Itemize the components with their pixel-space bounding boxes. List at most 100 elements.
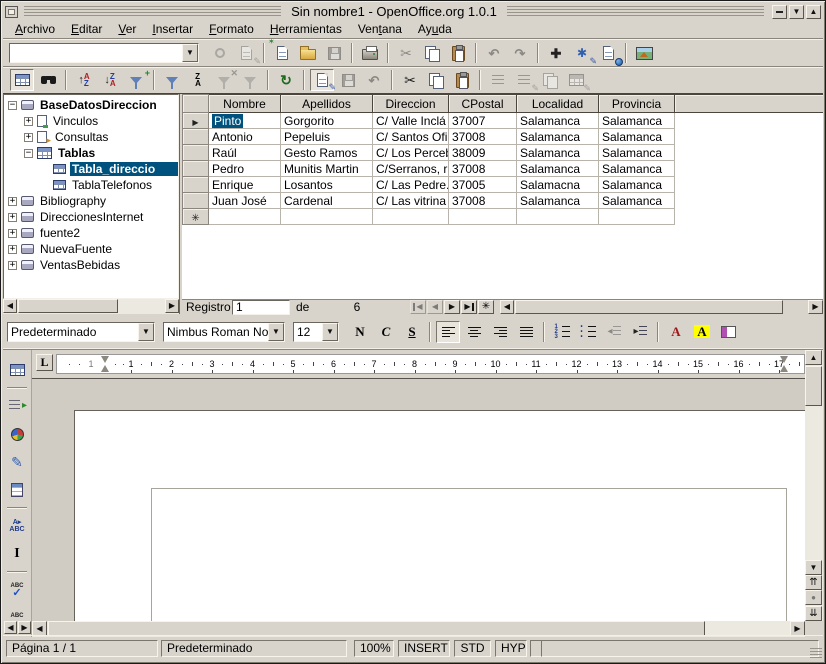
row-header[interactable]: ▶: [183, 113, 209, 129]
hyperlink-dialog-icon[interactable]: [596, 42, 620, 64]
cell[interactable]: C/ Los Percebe: [373, 145, 449, 161]
cell[interactable]: Salamanca: [599, 193, 675, 209]
insert-table-icon[interactable]: [5, 358, 29, 382]
vertical-scrollbar[interactable]: [805, 350, 823, 621]
previous-page-icon[interactable]: [805, 575, 822, 590]
table-scroll-left-icon[interactable]: [500, 300, 514, 314]
cell[interactable]: Juan José: [209, 193, 281, 209]
restore-button[interactable]: [789, 5, 804, 19]
cell[interactable]: C/Serranos, r: [373, 161, 449, 177]
tree-item-consultas[interactable]: +Consultas: [4, 129, 178, 145]
status-insert-mode[interactable]: INSERT: [398, 640, 450, 657]
new-record-header[interactable]: ✳: [183, 209, 209, 225]
cell[interactable]: Gesto Ramos: [281, 145, 373, 161]
font-size-combobox[interactable]: 12: [293, 322, 339, 342]
window-menu-icon[interactable]: [5, 6, 18, 18]
cell[interactable]: Raúl: [209, 145, 281, 161]
data-source-table-view-icon[interactable]: [10, 69, 34, 91]
cell[interactable]: Salamacna: [517, 177, 599, 193]
numbered-list-button[interactable]: 123: [550, 321, 574, 343]
cell-empty[interactable]: [599, 209, 675, 225]
status-selection-mode[interactable]: STD: [454, 640, 491, 657]
maximize-button[interactable]: [806, 5, 821, 19]
align-center-button[interactable]: [462, 321, 486, 343]
scroll-right-icon[interactable]: [790, 621, 805, 636]
copy-icon[interactable]: [420, 42, 444, 64]
align-left-button[interactable]: [436, 321, 460, 343]
italic-button[interactable]: C: [374, 321, 398, 343]
tree-item-fuente2[interactable]: +fuente2: [4, 225, 178, 241]
status-zoom[interactable]: 100%: [354, 640, 394, 657]
cell[interactable]: Salamanca: [599, 177, 675, 193]
cell[interactable]: Gorgorito: [281, 113, 373, 129]
cell[interactable]: Cardenal: [281, 193, 373, 209]
font-name-combobox[interactable]: Nimbus Roman No: [163, 322, 285, 342]
cell[interactable]: C/ Santos Ofi: [373, 129, 449, 145]
dropdown-arrow-icon[interactable]: [138, 323, 154, 341]
cell[interactable]: Salamanca: [599, 145, 675, 161]
tree-item-tablas[interactable]: −Tablas: [4, 145, 178, 161]
scrollbar-thumb[interactable]: [18, 299, 118, 313]
row-header[interactable]: [183, 145, 209, 161]
row-header[interactable]: [183, 129, 209, 145]
copy-icon[interactable]: [424, 69, 448, 91]
collapse-icon[interactable]: −: [8, 101, 17, 110]
expand-icon[interactable]: +: [24, 133, 33, 142]
form-functions-icon[interactable]: [5, 478, 29, 502]
column-header-direccion[interactable]: Direccion: [373, 95, 449, 113]
cell[interactable]: Salamanca: [517, 129, 599, 145]
autotext-icon[interactable]: A▸ABC: [5, 514, 29, 538]
paste-icon[interactable]: [450, 69, 474, 91]
menu-formato[interactable]: Formato: [201, 21, 262, 37]
cell[interactable]: Pedro: [209, 161, 281, 177]
autofilter-icon[interactable]: +: [124, 69, 148, 91]
draw-functions-icon[interactable]: ✎: [5, 450, 29, 474]
cell-empty[interactable]: [373, 209, 449, 225]
refresh-icon[interactable]: ↻: [274, 69, 298, 91]
document-page[interactable]: [74, 410, 805, 621]
expand-icon[interactable]: +: [8, 261, 17, 270]
cell[interactable]: 38009: [449, 145, 517, 161]
column-header-localidad[interactable]: Localidad: [517, 95, 599, 113]
paragraph-style-combobox[interactable]: Predeterminado: [7, 322, 155, 342]
cell[interactable]: 37005: [449, 177, 517, 193]
record-number-input[interactable]: 1: [232, 300, 290, 315]
row-header[interactable]: [183, 177, 209, 193]
title-bar[interactable]: Sin nombre1 - OpenOffice.org 1.0.1: [3, 3, 823, 20]
edit-data-icon[interactable]: ✎: [310, 69, 334, 91]
resize-grip[interactable]: [810, 648, 822, 658]
navigator-icon[interactable]: ✚: [544, 42, 568, 64]
scroll-left-icon[interactable]: [3, 299, 17, 313]
minimize-button[interactable]: [772, 5, 787, 19]
cell[interactable]: 37007: [449, 113, 517, 129]
row-header[interactable]: [183, 193, 209, 209]
column-header-provincia[interactable]: Provincia: [599, 95, 675, 113]
cell[interactable]: Antonio: [209, 129, 281, 145]
size-value[interactable]: 12: [294, 323, 322, 341]
cell[interactable]: Salamanca: [517, 161, 599, 177]
tab-type-selector[interactable]: L: [36, 354, 53, 371]
underline-button[interactable]: S: [400, 321, 424, 343]
horizontal-ruler[interactable]: 11234567891011121314151617: [56, 354, 805, 374]
cell-empty[interactable]: [209, 209, 281, 225]
bold-button[interactable]: N: [348, 321, 372, 343]
cell[interactable]: Losantos: [281, 177, 373, 193]
style-value[interactable]: Predeterminado: [8, 323, 138, 341]
tree-item-bibliography[interactable]: +Bibliography: [4, 193, 178, 209]
document-workspace[interactable]: [32, 379, 805, 621]
cell[interactable]: C/ Las vitrina: [373, 193, 449, 209]
expand-icon[interactable]: +: [8, 213, 17, 222]
column-header-cpostal[interactable]: CPostal: [449, 95, 517, 113]
tree-item-tabla-direccio[interactable]: Tabla_direccio: [4, 161, 178, 177]
stylist-icon[interactable]: ✱✎: [570, 42, 594, 64]
bullet-list-button[interactable]: •••: [576, 321, 600, 343]
dropdown-arrow-icon[interactable]: [322, 323, 338, 341]
right-margin-marker[interactable]: [780, 356, 789, 372]
menu-insertar[interactable]: Insertar: [144, 21, 201, 37]
cell[interactable]: Pepeluis: [281, 129, 373, 145]
justify-button[interactable]: [514, 321, 538, 343]
scroll-down-icon[interactable]: [805, 560, 822, 575]
direct-cursor-icon[interactable]: I: [5, 542, 29, 566]
menu-herramientas[interactable]: Herramientas: [262, 21, 350, 37]
table-scroll-right-icon[interactable]: [808, 300, 823, 314]
